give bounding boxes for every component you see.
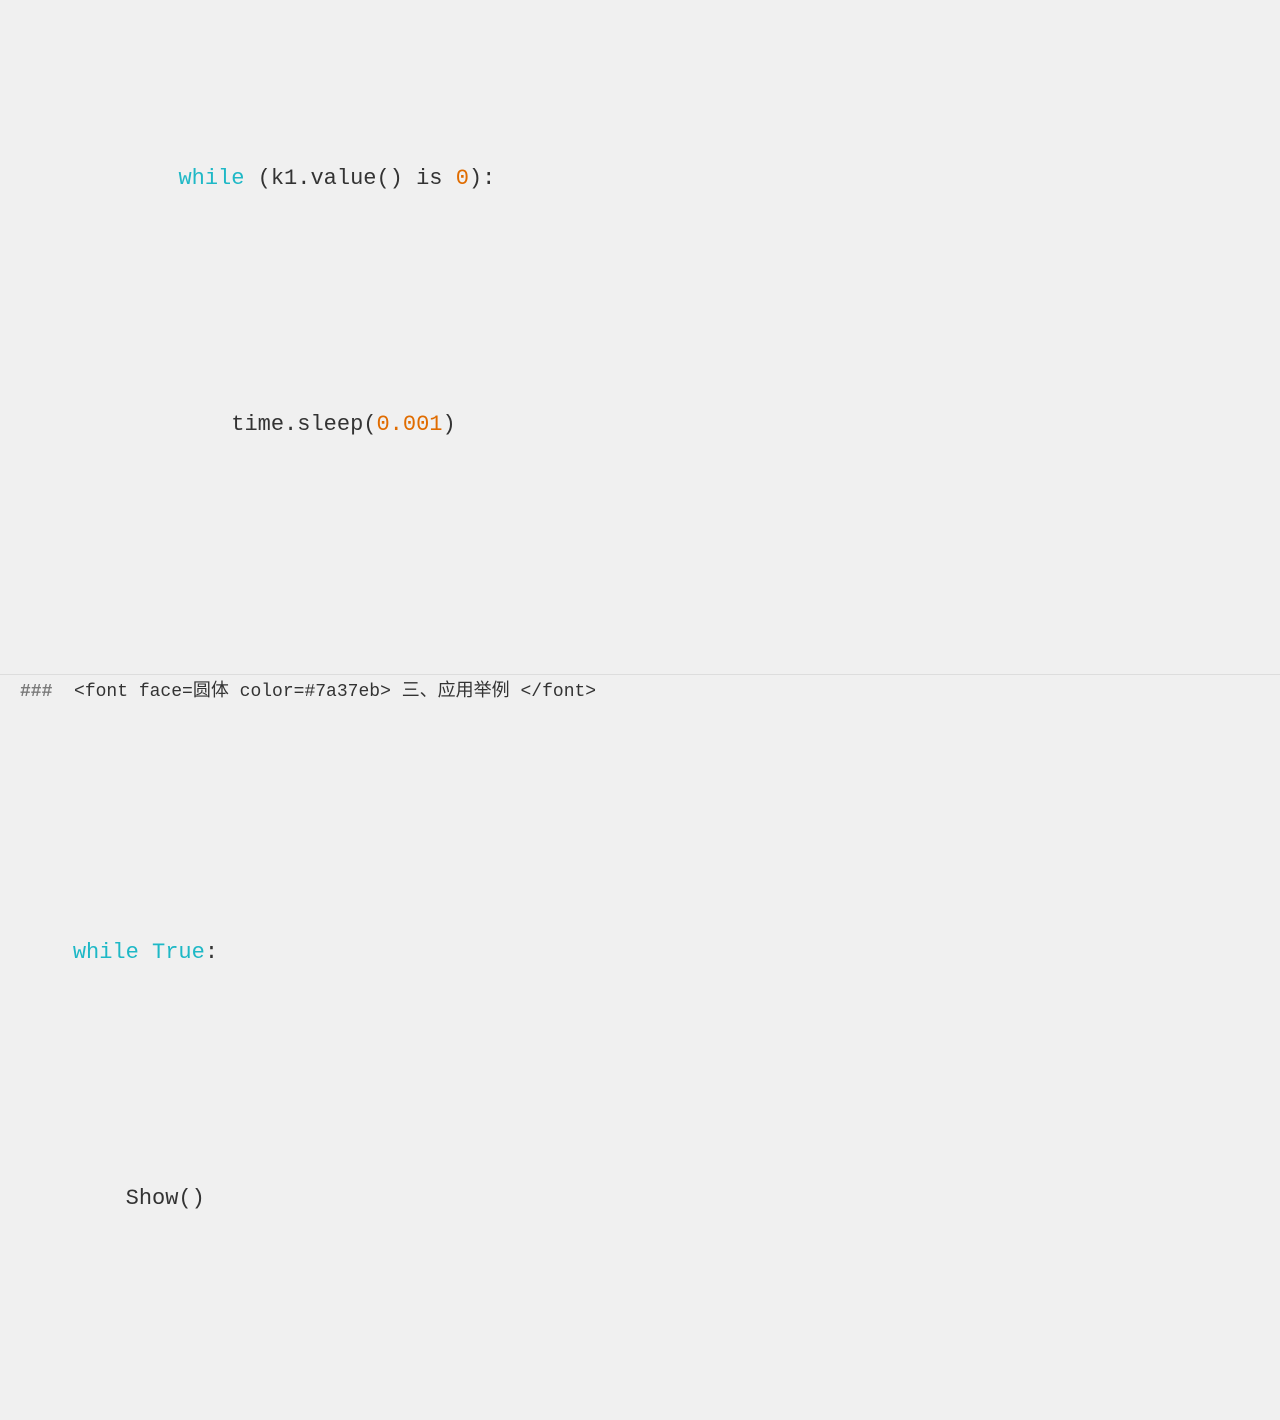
code-line-blank2	[20, 724, 1260, 759]
bottom-bar: ### <font face=圆体 color=#7a37eb> 三、应用举例 …	[0, 674, 1280, 710]
code-line-blank1	[20, 618, 1260, 653]
bottom-content: ### <font face=圆体 color=#7a37eb> 三、应用举例 …	[20, 678, 596, 707]
code-text	[139, 940, 152, 965]
code-line-blank3	[20, 1392, 1260, 1420]
indent	[73, 1186, 126, 1211]
hash-text: ###	[20, 682, 52, 702]
font-tag-close: </font>	[521, 682, 597, 702]
code-text: Show()	[126, 1186, 205, 1211]
code-line-6: Show()	[20, 1146, 1260, 1252]
code-line-1: while (k1.value() is 0):	[20, 126, 1260, 232]
code-text: (k1.value() is	[244, 166, 455, 191]
number-0: 0	[456, 166, 469, 191]
code-line-5: while True:	[20, 900, 1260, 1006]
font-tag-open: <font face=圆体 color=#7a37eb>	[63, 682, 391, 702]
code-text: ):	[469, 166, 495, 191]
keyword-while2: while	[73, 940, 139, 965]
keyword-true: True	[152, 940, 205, 965]
indent	[73, 412, 231, 437]
code-text: time.sleep(	[231, 412, 376, 437]
keyword-while: while	[178, 166, 244, 191]
code-container: while (k1.value() is 0): time.sleep(0.00…	[0, 10, 1280, 1420]
number-0001: 0.001	[376, 412, 442, 437]
section-label: 三、应用举例	[402, 682, 510, 702]
indent	[73, 166, 179, 191]
code-text: :	[205, 940, 218, 965]
code-text: )	[443, 412, 456, 437]
code-line-2: time.sleep(0.001)	[20, 372, 1260, 478]
